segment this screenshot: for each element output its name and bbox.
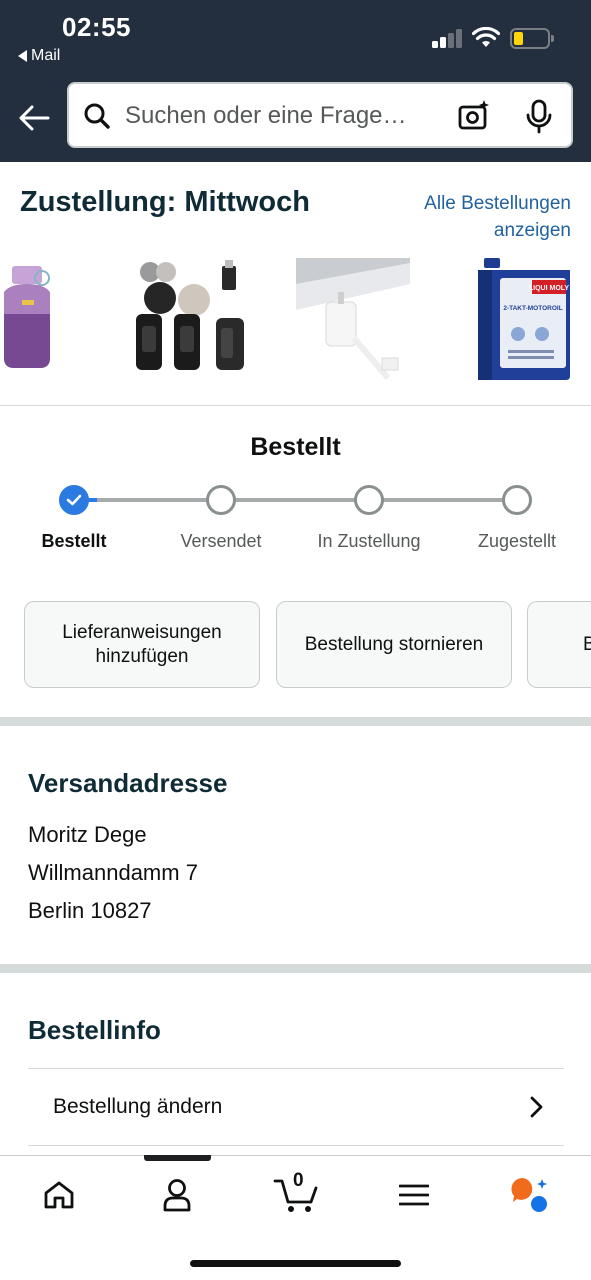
checkmark-icon [66, 494, 82, 506]
step-delivered-label: Zugestellt [477, 531, 557, 551]
delivery-title: Zustellung: Mittwoch [20, 186, 310, 218]
list-divider [28, 1145, 564, 1146]
product-carousel[interactable]: LIQUI MOLY 2-TAKT-MOTOROIL [0, 254, 591, 382]
modify-order-label: Bestellung ändern [53, 1095, 223, 1118]
progress-track [73, 498, 517, 502]
battery-low-icon [510, 28, 554, 49]
home-indicator [190, 1260, 401, 1267]
search-icon [84, 103, 110, 129]
step-out-for-delivery-label: In Zustellung [317, 531, 421, 551]
cellular-signal-icon [432, 28, 464, 48]
step-delivered-node [502, 485, 532, 515]
motor-oil-product[interactable]: LIQUI MOLY 2-TAKT-MOTOROIL [474, 254, 574, 382]
nav-cart[interactable]: 0 [272, 1170, 320, 1216]
step-ordered-label: Bestellt [41, 531, 107, 551]
order-status-heading: Bestellt [250, 433, 341, 461]
section-divider [0, 405, 591, 406]
menu-icon [399, 1184, 429, 1206]
chevron-right-icon [530, 1096, 543, 1118]
bottom-navigation: 0 [0, 1155, 591, 1280]
cancel-order-label: Bestellung stornieren [304, 633, 484, 655]
add-delivery-instructions-button[interactable]: Lieferanweisungen hinzufügen [24, 601, 260, 688]
usb-c-adapter-product[interactable] [296, 254, 412, 382]
cancel-order-button[interactable]: Bestellung stornieren [276, 601, 512, 688]
microphone-icon[interactable] [525, 99, 553, 135]
back-triangle-icon [18, 50, 27, 62]
shipping-address-title: Versandadresse [28, 768, 228, 798]
section-separator [0, 717, 591, 726]
address-street: Willmanndamm 7 [28, 860, 198, 885]
back-to-app-link[interactable]: Mail [18, 47, 60, 65]
nav-ai-assistant[interactable] [506, 1174, 556, 1216]
water-bottle-product[interactable] [0, 254, 60, 382]
all-orders-link[interactable]: Alle Bestellungen anzeigen [371, 190, 571, 244]
back-button[interactable] [16, 100, 52, 136]
home-icon [44, 1181, 74, 1209]
back-app-label: Mail [31, 47, 61, 64]
address-city: Berlin 10827 [28, 898, 152, 923]
modify-order-row[interactable]: Bestellung ändern [28, 1070, 564, 1144]
more-actions-button[interactable]: B [527, 601, 591, 688]
step-out-for-delivery-node [354, 485, 384, 515]
step-shipped-label: Versendet [180, 531, 262, 551]
nav-home[interactable] [34, 1174, 84, 1216]
ai-assistant-icon [511, 1177, 547, 1212]
cart-count-badge: 0 [293, 1170, 304, 1191]
address-name: Moritz Dege [28, 822, 147, 847]
add-delivery-instructions-label: Lieferanweisungen hinzufügen [62, 621, 222, 667]
arrow-left-icon [19, 105, 50, 131]
oil-label-text: 2-TAKT-MOTOROIL [503, 305, 562, 312]
wireless-microphone-product[interactable] [128, 254, 254, 382]
step-shipped-node [206, 485, 236, 515]
top-bar: 02:55 Mail [0, 0, 591, 162]
nav-account[interactable] [152, 1174, 202, 1216]
nav-menu[interactable] [389, 1174, 439, 1216]
section-separator [0, 964, 591, 973]
account-icon [163, 1179, 191, 1212]
status-time: 02:55 [62, 12, 131, 42]
list-divider [28, 1068, 564, 1069]
wifi-icon [472, 27, 500, 47]
oil-brand-text: LIQUI MOLY [529, 285, 570, 292]
camera-sparkle-icon[interactable] [457, 99, 491, 133]
search-input[interactable] [125, 96, 435, 136]
search-bar[interactable] [67, 82, 573, 148]
active-tab-indicator [144, 1155, 211, 1161]
more-actions-label: B [583, 633, 591, 655]
order-info-title: Bestellinfo [28, 1015, 161, 1045]
step-ordered-node [59, 485, 89, 515]
